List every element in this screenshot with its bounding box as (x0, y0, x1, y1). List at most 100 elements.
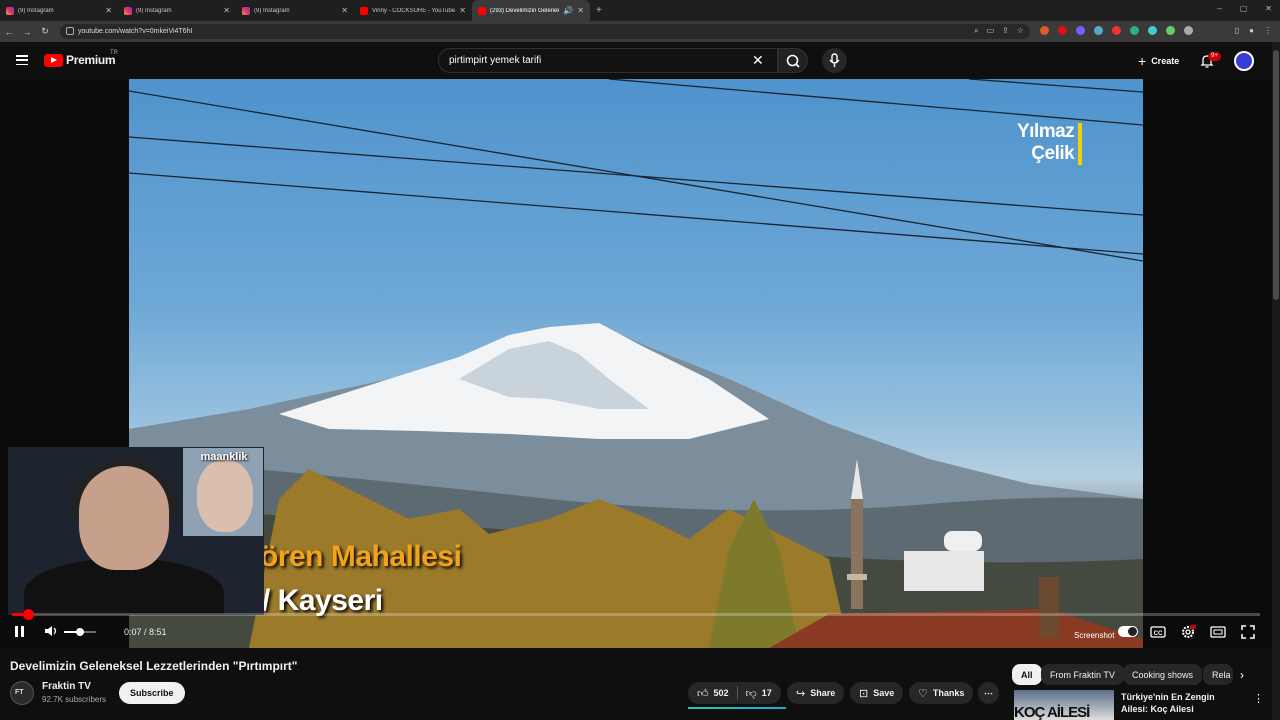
browser-toolbar: ← → ↻ youtube.com/watch?v=0mkeiVi4T6hI ⌕… (0, 21, 1280, 42)
watermark-bar (1078, 123, 1083, 165)
maximize-icon[interactable]: ▢ (1240, 4, 1248, 13)
super-thanks-icon: ♡ (918, 687, 928, 700)
menu-icon[interactable] (16, 55, 28, 65)
create-button[interactable]: + Create (1128, 49, 1189, 72)
thanks-label: Thanks (932, 688, 965, 698)
browser-tab[interactable]: (9) Instagram ✕ (236, 0, 354, 21)
channel-name[interactable]: Fraktin TV (42, 681, 91, 692)
scrollbar-thumb[interactable] (1273, 50, 1279, 300)
thumbnail-text: KOÇ AİLESİ (1014, 704, 1090, 720)
zoom-icon[interactable]: ⌕ (974, 26, 978, 36)
browser-tab-strip: (9) Instagram ✕ (9) Instagram ✕ (9) Inst… (0, 0, 1280, 21)
search-button[interactable] (778, 48, 808, 73)
browser-tab[interactable]: Vinny - COCKSURE - YouTube ✕ (354, 0, 472, 21)
youtube-logo[interactable]: Premium TR (44, 50, 118, 67)
close-icon[interactable]: ✕ (459, 6, 466, 15)
sidebar-icon[interactable]: ▯ (1235, 26, 1239, 35)
save-button[interactable]: ⊡ Save (850, 682, 904, 704)
like-count[interactable]: 502 (714, 688, 729, 698)
browser-menu-icon[interactable]: ⋮ (1264, 26, 1272, 35)
chip-from-channel[interactable]: From Fraktin TV (1041, 664, 1124, 685)
window-controls: – ▢ ✕ (1217, 4, 1272, 13)
volume-icon[interactable] (44, 624, 58, 638)
back-icon[interactable]: ← (0, 27, 18, 37)
pause-button[interactable] (14, 626, 26, 639)
site-info-icon[interactable] (66, 27, 74, 35)
extension-icon[interactable] (1094, 26, 1103, 35)
voice-search-button[interactable] (822, 48, 847, 73)
time-display: 0:07 / 8:51 (124, 627, 167, 637)
more-actions-button[interactable]: ⋯ (978, 682, 999, 704)
thanks-button[interactable]: ♡ Thanks (909, 682, 974, 704)
page-scrollbar[interactable] (1272, 42, 1280, 720)
subscribe-button[interactable]: Subscribe (119, 682, 185, 704)
browser-tab[interactable]: (9) Instagram ✕ (118, 0, 236, 21)
like-dislike-group: 👍︎ 502 👎︎ 17 (688, 682, 781, 704)
search-input[interactable]: pirtimpirt yemek tarifi (438, 48, 778, 73)
extension-icon[interactable] (1058, 26, 1067, 35)
browser-tab[interactable]: (9) Instagram ✕ (0, 0, 118, 21)
fullscreen-icon[interactable] (1240, 624, 1256, 640)
close-window-icon[interactable]: ✕ (1265, 4, 1272, 13)
chip-cooking-shows[interactable]: Cooking shows (1123, 664, 1203, 685)
video-player[interactable]: Yılmaz Çelik ören Mahallesi / Kayseri ma… (0, 79, 1272, 648)
settings-gear-icon[interactable] (1180, 624, 1196, 640)
extension-icon[interactable] (1076, 26, 1085, 35)
close-icon[interactable]: ✕ (341, 6, 348, 15)
extension-icon[interactable] (1130, 26, 1139, 35)
extension-icon[interactable] (1148, 26, 1157, 35)
extension-icon[interactable] (1166, 26, 1175, 35)
share-button[interactable]: ↪ Share (787, 682, 845, 704)
speaker-icon[interactable]: 🔊 (563, 6, 573, 15)
cast-icon[interactable]: ▭ (987, 26, 995, 36)
recommendation-thumbnail[interactable]: KOÇ AİLESİ (1014, 690, 1114, 720)
address-bar[interactable]: youtube.com/watch?v=0mkeiVi4T6hI ⌕ ▭ ⇪ ☆ (60, 24, 1030, 39)
search-icon (786, 54, 800, 68)
share-page-icon[interactable]: ⇪ (1002, 26, 1009, 36)
recommendation-title[interactable]: Türkiye'nin En Zengin Ailesi: Koç Ailesi (1121, 691, 1241, 715)
like-highlight (688, 707, 786, 709)
plus-icon: + (1138, 52, 1147, 69)
browser-tab-active[interactable]: (293) Develimizin Geleneks 🔊 ✕ (472, 0, 590, 21)
chip-related[interactable]: Rela (1203, 664, 1233, 685)
instagram-icon (242, 6, 250, 15)
dislike-count[interactable]: 17 (762, 688, 772, 698)
progress-bar[interactable] (12, 609, 1260, 620)
theater-mode-icon[interactable] (1210, 624, 1226, 640)
close-icon[interactable]: ✕ (223, 6, 230, 15)
channel-watermark: Yılmaz Çelik (1017, 121, 1083, 165)
chip-all[interactable]: All (1012, 664, 1042, 685)
profile-icon[interactable]: ● (1249, 26, 1254, 35)
more-horizontal-icon: ⋯ (984, 687, 993, 698)
channel-avatar[interactable] (10, 681, 34, 705)
close-icon[interactable]: ✕ (577, 6, 584, 15)
headphones-icon (71, 458, 177, 518)
volume-knob[interactable] (76, 628, 84, 636)
inset-label: maanklik (200, 451, 248, 463)
forward-icon[interactable]: → (18, 27, 36, 37)
share-label: Share (810, 688, 836, 698)
clear-search-icon[interactable]: ✕ (752, 52, 764, 68)
account-avatar[interactable] (1234, 51, 1254, 71)
thumbs-down-icon[interactable]: 👎︎ (746, 687, 757, 700)
inset-face (197, 460, 253, 532)
instagram-icon (124, 6, 132, 15)
chevron-right-icon[interactable]: › (1240, 668, 1244, 682)
extensions-puzzle-icon[interactable] (1184, 26, 1193, 35)
minimize-icon[interactable]: – (1217, 4, 1221, 13)
share-arrow-icon: ↪ (796, 687, 806, 700)
close-icon[interactable]: ✕ (105, 6, 112, 15)
new-tab-icon[interactable]: + (596, 5, 602, 16)
volume-slider[interactable] (64, 628, 96, 636)
more-vertical-icon[interactable]: ⋮ (1253, 692, 1264, 705)
subtitles-icon[interactable]: CC (1150, 624, 1166, 640)
extension-icon[interactable] (1112, 26, 1121, 35)
youtube-masthead: Premium TR pirtimpirt yemek tarifi ✕ + C… (0, 42, 1280, 79)
bookmark-star-icon[interactable]: ☆ (1017, 26, 1024, 36)
extension-icon[interactable] (1040, 26, 1049, 35)
watermark-line1: Yılmaz (1017, 121, 1075, 142)
screenshot-toggle[interactable] (1118, 626, 1138, 637)
reload-icon[interactable]: ↻ (36, 26, 54, 37)
thumbs-up-icon[interactable]: 👍︎ (697, 687, 709, 700)
watermark-line2: Çelik (1031, 143, 1075, 164)
